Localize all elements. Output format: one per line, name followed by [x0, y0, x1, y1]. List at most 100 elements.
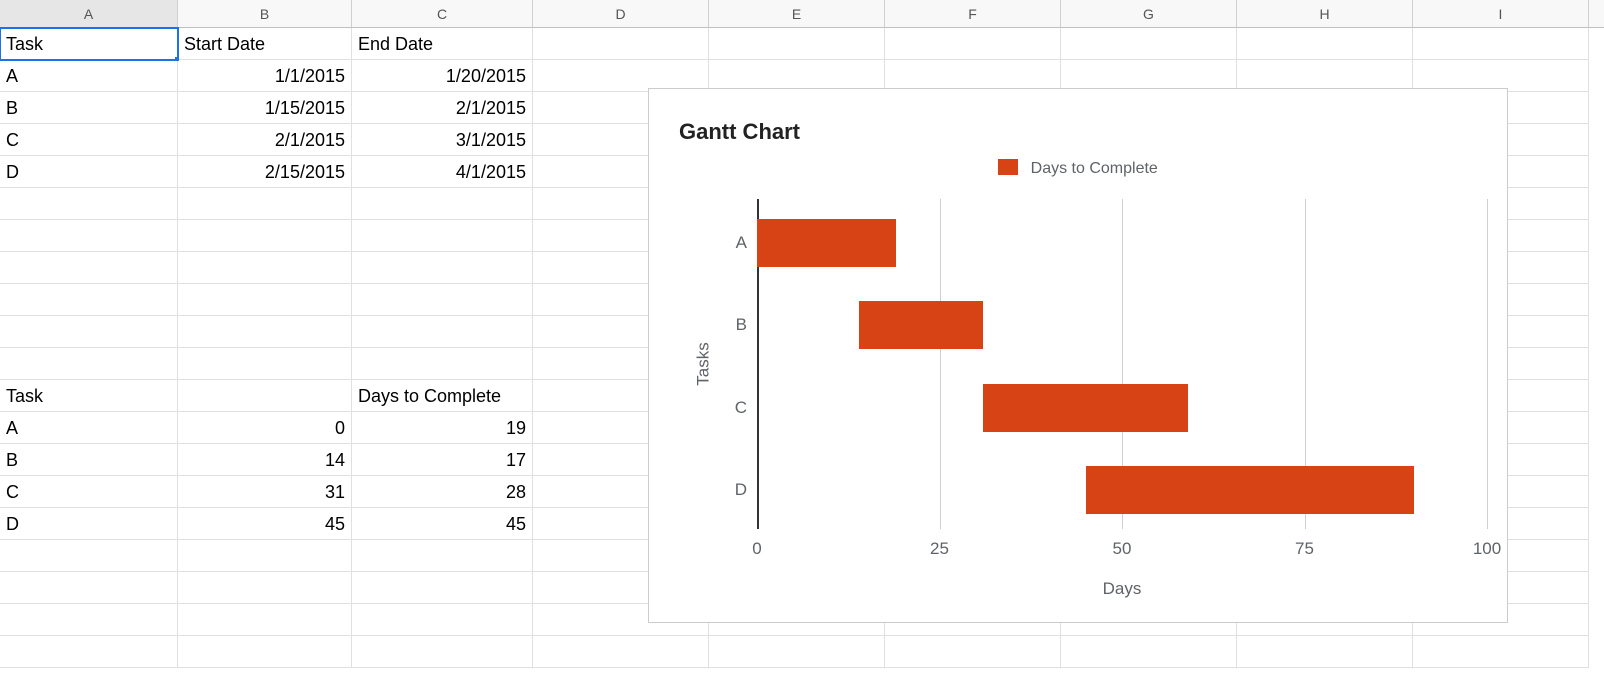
cell-C8[interactable]: [352, 252, 533, 284]
col-header-F[interactable]: F: [885, 0, 1061, 27]
cell-A19[interactable]: [0, 604, 178, 636]
bar-C: [983, 384, 1187, 432]
cell-C16[interactable]: 45: [352, 508, 533, 540]
cell-C20[interactable]: [352, 636, 533, 668]
cell-C18[interactable]: [352, 572, 533, 604]
cell-B10[interactable]: [178, 316, 352, 348]
cell-I20[interactable]: [1413, 636, 1589, 668]
cell-C17[interactable]: [352, 540, 533, 572]
cell-B19[interactable]: [178, 604, 352, 636]
x-tick-label: 100: [1467, 539, 1507, 559]
cell-H1[interactable]: [1237, 28, 1413, 60]
cell-B5[interactable]: 2/15/2015: [178, 156, 352, 188]
cell-A10[interactable]: [0, 316, 178, 348]
cell-C19[interactable]: [352, 604, 533, 636]
x-tick-label: 75: [1285, 539, 1325, 559]
cell-G1[interactable]: [1061, 28, 1237, 60]
cell-A2[interactable]: A: [0, 60, 178, 92]
cell-C7[interactable]: [352, 220, 533, 252]
cell-F20[interactable]: [885, 636, 1061, 668]
cell-D1[interactable]: [533, 28, 709, 60]
cell-C10[interactable]: [352, 316, 533, 348]
cell-H20[interactable]: [1237, 636, 1413, 668]
gantt-chart[interactable]: Gantt Chart Days to Complete Tasks Days …: [648, 88, 1508, 623]
col-header-I[interactable]: I: [1413, 0, 1589, 27]
cell-F1[interactable]: [885, 28, 1061, 60]
cell-B18[interactable]: [178, 572, 352, 604]
cell-B3[interactable]: 1/15/2015: [178, 92, 352, 124]
col-header-D[interactable]: D: [533, 0, 709, 27]
cell-B12[interactable]: [178, 380, 352, 412]
col-header-H[interactable]: H: [1237, 0, 1413, 27]
bar-A: [757, 219, 896, 267]
cell-B2[interactable]: 1/1/2015: [178, 60, 352, 92]
cell-C3[interactable]: 2/1/2015: [352, 92, 533, 124]
cell-B6[interactable]: [178, 188, 352, 220]
col-header-C[interactable]: C: [352, 0, 533, 27]
cell-C4[interactable]: 3/1/2015: [352, 124, 533, 156]
y-tick-label: D: [717, 480, 747, 500]
cell-B9[interactable]: [178, 284, 352, 316]
cell-B15[interactable]: 31: [178, 476, 352, 508]
cell-C14[interactable]: 17: [352, 444, 533, 476]
cell-A15[interactable]: C: [0, 476, 178, 508]
cell-B8[interactable]: [178, 252, 352, 284]
cell-A7[interactable]: [0, 220, 178, 252]
cell-C5[interactable]: 4/1/2015: [352, 156, 533, 188]
gridline: [940, 199, 941, 529]
cell-C13[interactable]: 19: [352, 412, 533, 444]
cell-B1[interactable]: Start Date: [178, 28, 352, 60]
y-tick-label: A: [717, 233, 747, 253]
cell-A12[interactable]: Task: [0, 380, 178, 412]
cell-D20[interactable]: [533, 636, 709, 668]
cell-B17[interactable]: [178, 540, 352, 572]
col-header-A[interactable]: A: [0, 0, 178, 27]
cell-C15[interactable]: 28: [352, 476, 533, 508]
chart-plot-area: Tasks Days 0255075100ABCD: [757, 199, 1487, 529]
bar-B: [859, 301, 983, 349]
column-header-row: A B C D E F G H I: [0, 0, 1604, 28]
cell-A1[interactable]: Task: [0, 28, 178, 60]
cell-A16[interactable]: D: [0, 508, 178, 540]
bar-D: [1086, 466, 1415, 514]
cell-B20[interactable]: [178, 636, 352, 668]
col-header-E[interactable]: E: [709, 0, 885, 27]
cell-C9[interactable]: [352, 284, 533, 316]
cell-C6[interactable]: [352, 188, 533, 220]
col-header-B[interactable]: B: [178, 0, 352, 27]
cell-E1[interactable]: [709, 28, 885, 60]
cell-A17[interactable]: [0, 540, 178, 572]
y-axis-title: Tasks: [694, 342, 714, 385]
cell-A18[interactable]: [0, 572, 178, 604]
legend-swatch-icon: [998, 159, 1018, 175]
cell-E20[interactable]: [709, 636, 885, 668]
legend-label: Days to Complete: [1031, 160, 1158, 177]
cell-B14[interactable]: 14: [178, 444, 352, 476]
cell-C2[interactable]: 1/20/2015: [352, 60, 533, 92]
cell-A6[interactable]: [0, 188, 178, 220]
selection-handle[interactable]: [174, 56, 178, 60]
cell-B7[interactable]: [178, 220, 352, 252]
chart-legend: Days to Complete: [649, 159, 1507, 178]
cell-B4[interactable]: 2/1/2015: [178, 124, 352, 156]
cell-B16[interactable]: 45: [178, 508, 352, 540]
col-header-G[interactable]: G: [1061, 0, 1237, 27]
cell-B13[interactable]: 0: [178, 412, 352, 444]
cell-A13[interactable]: A: [0, 412, 178, 444]
cell-A5[interactable]: D: [0, 156, 178, 188]
x-tick-label: 25: [920, 539, 960, 559]
cell-A9[interactable]: [0, 284, 178, 316]
cell-C1[interactable]: End Date: [352, 28, 533, 60]
cell-C11[interactable]: [352, 348, 533, 380]
cell-C12[interactable]: Days to Complete: [352, 380, 533, 412]
cell-A3[interactable]: B: [0, 92, 178, 124]
cell-A20[interactable]: [0, 636, 178, 668]
cell-A4[interactable]: C: [0, 124, 178, 156]
cell-A8[interactable]: [0, 252, 178, 284]
cell-A11[interactable]: [0, 348, 178, 380]
row: TaskStart DateEnd Date: [0, 28, 1604, 60]
cell-G20[interactable]: [1061, 636, 1237, 668]
cell-B11[interactable]: [178, 348, 352, 380]
cell-A14[interactable]: B: [0, 444, 178, 476]
cell-I1[interactable]: [1413, 28, 1589, 60]
